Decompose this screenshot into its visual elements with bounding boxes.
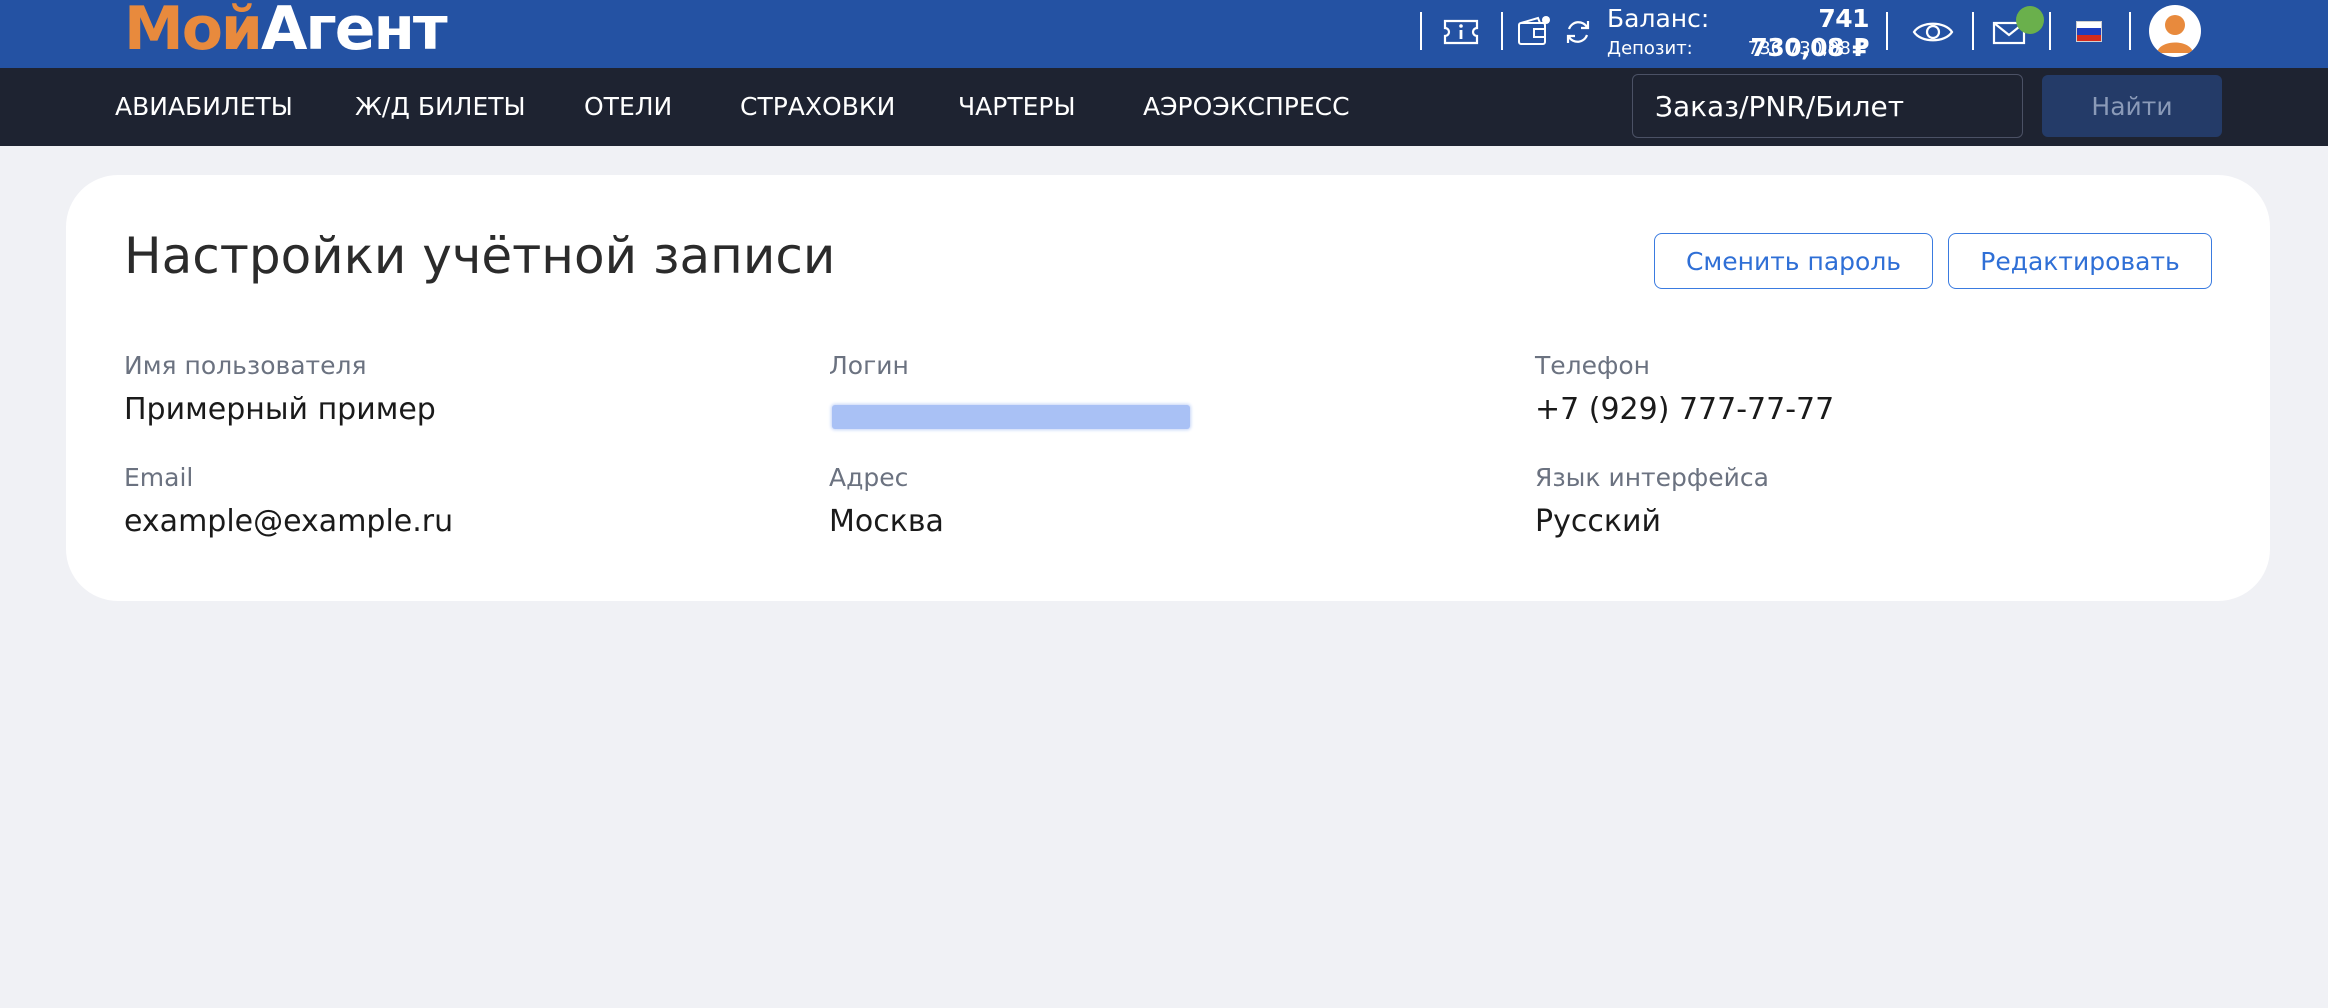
info-ticket-icon[interactable]	[1441, 14, 1481, 50]
divider	[1972, 12, 1974, 50]
nav-item-insurance[interactable]: СТРАХОВКИ	[740, 68, 895, 146]
russia-flag-icon[interactable]	[2076, 21, 2102, 42]
nav-item-aeroexpress[interactable]: АЭРОЭКСПРЕСС	[1143, 68, 1350, 146]
account-settings-card: Настройки учётной записи Сменить пароль …	[66, 175, 2270, 601]
nav-item-rail[interactable]: Ж/Д БИЛЕТЫ	[355, 68, 526, 146]
phone-label: Телефон	[1535, 351, 1651, 380]
divider	[2049, 12, 2051, 50]
notification-badge	[2016, 6, 2044, 34]
logo-part-2: Агент	[260, 0, 448, 64]
divider	[1420, 12, 1422, 50]
login-redaction-mask	[832, 405, 1190, 429]
logo[interactable]: МойАгент	[124, 0, 448, 60]
nav-item-charters[interactable]: ЧАРТЕРЫ	[958, 68, 1076, 146]
nav-item-avia[interactable]: АВИАБИЛЕТЫ	[115, 68, 293, 146]
logo-part-1: Мой	[124, 0, 263, 64]
change-password-button[interactable]: Сменить пароль	[1654, 233, 1933, 289]
top-bar: МойАгент Баланс: 741 730,08 ₽ Депозит: 7…	[0, 0, 2328, 68]
address-label: Адрес	[829, 463, 909, 492]
login-label: Логин	[829, 351, 909, 380]
wallet-icon[interactable]	[1516, 14, 1552, 50]
page-title: Настройки учётной записи	[124, 227, 836, 285]
address-value: Москва	[829, 504, 944, 539]
search-button[interactable]: Найти	[2042, 75, 2222, 137]
edit-button[interactable]: Редактировать	[1948, 233, 2212, 289]
divider	[1886, 12, 1888, 50]
deposit-value: 736 730,08 ₽	[1747, 38, 1868, 59]
language-value: Русский	[1535, 504, 1661, 539]
divider	[2129, 12, 2131, 50]
order-search-input[interactable]	[1632, 74, 2023, 138]
main-nav: АВИАБИЛЕТЫ Ж/Д БИЛЕТЫ ОТЕЛИ СТРАХОВКИ ЧА…	[0, 68, 2328, 146]
username-label: Имя пользователя	[124, 351, 367, 380]
username-value: Примерный пример	[124, 392, 436, 427]
nav-item-hotels[interactable]: ОТЕЛИ	[584, 68, 672, 146]
language-label: Язык интерфейса	[1535, 463, 1769, 492]
phone-value: +7 (929) 777-77-77	[1535, 392, 1835, 427]
divider	[1501, 12, 1503, 50]
email-label: Email	[124, 463, 194, 492]
email-value: example@example.ru	[124, 504, 454, 539]
eye-icon[interactable]	[1911, 14, 1955, 50]
balance-label: Баланс:	[1607, 4, 1710, 33]
refresh-icon[interactable]	[1561, 14, 1595, 50]
user-avatar-icon[interactable]	[2149, 5, 2201, 57]
deposit-label: Депозит:	[1607, 38, 1693, 59]
